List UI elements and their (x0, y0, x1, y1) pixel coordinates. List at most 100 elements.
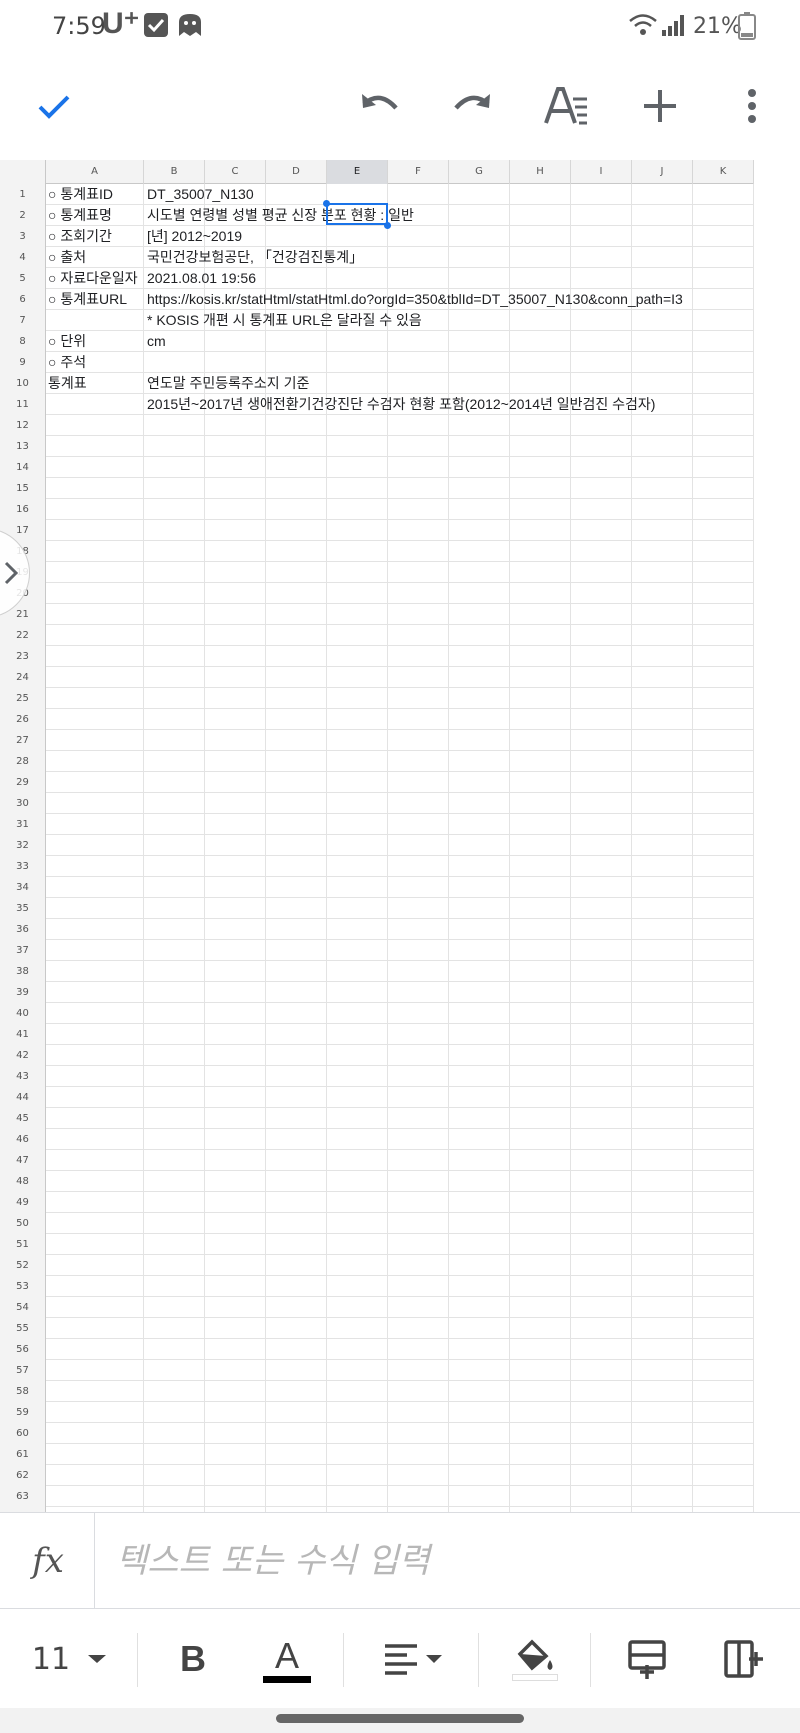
table-row[interactable]: 13 (0, 436, 754, 457)
table-row[interactable]: 50 (0, 1213, 754, 1234)
column-header-i[interactable]: I (571, 160, 632, 184)
table-row[interactable]: 43 (0, 1066, 754, 1087)
table-row[interactable]: 4 ○ 출처 국민건강보험공단, 「건강검진통계」 (0, 247, 754, 268)
row-header[interactable]: 26 (0, 709, 46, 730)
table-row[interactable]: 17 (0, 520, 754, 541)
selection-handle-end[interactable] (384, 222, 391, 229)
row-header[interactable]: 15 (0, 478, 46, 499)
row-header[interactable]: 57 (0, 1360, 46, 1381)
cell-a[interactable]: 통계표 (48, 373, 87, 393)
row-header[interactable]: 14 (0, 457, 46, 478)
row-header[interactable]: 3 (0, 226, 46, 247)
row-header[interactable]: 1 (0, 184, 46, 205)
table-row[interactable]: 10 통계표 연도말 주민등록주소지 기준 (0, 373, 754, 394)
row-header[interactable]: 33 (0, 856, 46, 877)
row-header[interactable]: 47 (0, 1150, 46, 1171)
redo-icon[interactable] (446, 80, 498, 132)
table-row[interactable]: 48 (0, 1171, 754, 1192)
row-header[interactable]: 4 (0, 247, 46, 268)
row-header[interactable]: 38 (0, 961, 46, 982)
table-row[interactable]: 30 (0, 793, 754, 814)
row-header[interactable]: 10 (0, 373, 46, 394)
table-row[interactable]: 16 (0, 499, 754, 520)
table-row[interactable]: 47 (0, 1150, 754, 1171)
table-row[interactable]: 44 (0, 1087, 754, 1108)
check-icon[interactable] (28, 80, 80, 132)
select-all-corner[interactable] (0, 160, 46, 184)
column-header-f[interactable]: F (388, 160, 449, 184)
align-dropdown[interactable] (378, 1631, 448, 1687)
row-header[interactable]: 48 (0, 1171, 46, 1192)
row-header[interactable]: 16 (0, 499, 46, 520)
add-icon[interactable] (634, 80, 686, 132)
cell-a[interactable]: ○ 자료다운일자 (48, 268, 138, 288)
table-row[interactable]: 29 (0, 772, 754, 793)
table-row[interactable]: 28 (0, 751, 754, 772)
row-header[interactable]: 45 (0, 1108, 46, 1129)
column-header-k[interactable]: K (693, 160, 754, 184)
table-row[interactable]: 42 (0, 1045, 754, 1066)
row-header[interactable]: 22 (0, 625, 46, 646)
cell-a[interactable]: ○ 조회기간 (48, 226, 112, 246)
table-row[interactable]: 24 (0, 667, 754, 688)
row-header[interactable]: 50 (0, 1213, 46, 1234)
table-row[interactable]: 53 (0, 1276, 754, 1297)
cell-a[interactable]: ○ 주석 (48, 352, 86, 372)
fx-icon[interactable]: fx (22, 1535, 74, 1587)
cell-b[interactable]: 2015년~2017년 생애전환기건강진단 수검자 현황 포함(2012~201… (147, 394, 655, 414)
row-header[interactable]: 23 (0, 646, 46, 667)
table-row[interactable]: 56 (0, 1339, 754, 1360)
row-header[interactable]: 53 (0, 1276, 46, 1297)
cell-b[interactable]: https://kosis.kr/statHtml/statHtml.do?or… (147, 289, 683, 309)
row-header[interactable]: 5 (0, 268, 46, 289)
table-row[interactable]: 7 * KOSIS 개편 시 통계표 URL은 달라질 수 있음 (0, 310, 754, 331)
column-header-c[interactable]: C (205, 160, 266, 184)
table-row[interactable]: 37 (0, 940, 754, 961)
selection-handle-start[interactable] (323, 200, 330, 207)
table-row[interactable]: 19 (0, 562, 754, 583)
table-row[interactable]: 52 (0, 1255, 754, 1276)
row-header[interactable]: 25 (0, 688, 46, 709)
column-header-g[interactable]: G (449, 160, 510, 184)
spreadsheet-grid[interactable]: ABCDEFGHIJK 1 ○ 통계표ID DT_35007_N130 2 ○ 통계표명… (0, 160, 800, 1512)
row-header[interactable]: 11 (0, 394, 46, 415)
table-row[interactable]: 46 (0, 1129, 754, 1150)
table-row[interactable]: 51 (0, 1234, 754, 1255)
row-header[interactable]: 8 (0, 331, 46, 352)
table-row[interactable]: 34 (0, 877, 754, 898)
fill-color-button[interactable] (510, 1631, 560, 1687)
row-header[interactable]: 63 (0, 1486, 46, 1507)
table-row[interactable]: 8 ○ 단위 cm (0, 331, 754, 352)
row-header[interactable]: 40 (0, 1003, 46, 1024)
text-format-icon[interactable] (540, 80, 592, 132)
cell-a[interactable]: ○ 통계표ID (48, 184, 113, 204)
more-vert-icon[interactable] (726, 80, 778, 132)
row-header[interactable]: 24 (0, 667, 46, 688)
row-header[interactable]: 7 (0, 310, 46, 331)
cell-a[interactable]: ○ 통계표URL (48, 289, 127, 309)
selected-cell-highlight[interactable] (326, 203, 388, 225)
row-header[interactable]: 62 (0, 1465, 46, 1486)
row-header[interactable]: 2 (0, 205, 46, 226)
row-header[interactable]: 28 (0, 751, 46, 772)
undo-icon[interactable] (354, 80, 406, 132)
table-row[interactable]: 20 (0, 583, 754, 604)
row-header[interactable]: 32 (0, 835, 46, 856)
row-header[interactable]: 46 (0, 1129, 46, 1150)
table-row[interactable]: 45 (0, 1108, 754, 1129)
cell-b[interactable]: 국민건강보험공단, 「건강검진통계」 (147, 247, 363, 267)
table-row[interactable]: 23 (0, 646, 754, 667)
cell-b[interactable]: cm (147, 331, 166, 351)
table-row[interactable]: 3 ○ 조회기간 [년] 2012~2019 (0, 226, 754, 247)
table-row[interactable]: 35 (0, 898, 754, 919)
column-header-e[interactable]: E (327, 160, 388, 184)
row-header[interactable]: 34 (0, 877, 46, 898)
row-header[interactable]: 43 (0, 1066, 46, 1087)
table-row[interactable]: 9 ○ 주석 (0, 352, 754, 373)
row-header[interactable]: 37 (0, 940, 46, 961)
table-row[interactable]: 63 (0, 1486, 754, 1507)
table-row[interactable]: 61 (0, 1444, 754, 1465)
table-row[interactable]: 18 (0, 541, 754, 562)
table-row[interactable]: 1 ○ 통계표ID DT_35007_N130 (0, 184, 754, 205)
row-header[interactable]: 31 (0, 814, 46, 835)
